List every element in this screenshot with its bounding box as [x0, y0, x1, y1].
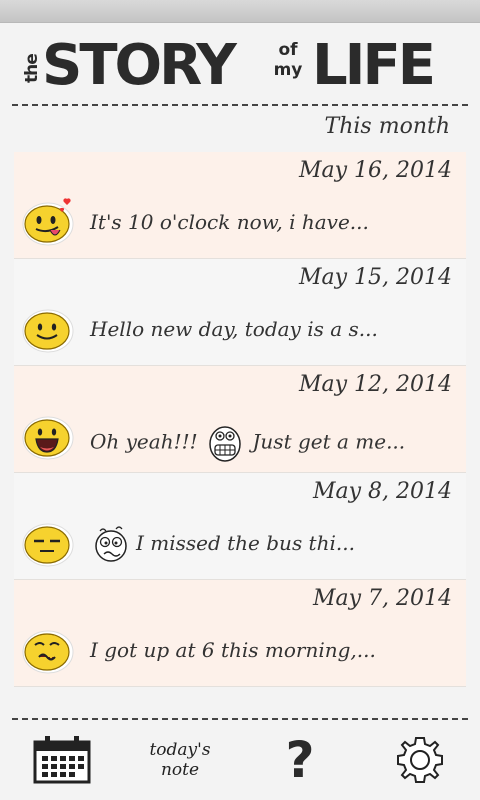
logo-of: of — [278, 40, 298, 60]
list-item[interactable]: May 7, 2014 I got up at 6 this morning,.… — [14, 580, 466, 687]
list-item[interactable]: May 12, 2014 Oh yeah!!! Just get a me... — [14, 366, 466, 473]
entry-list: May 16, 2014 It's 10 o'clock now, i have… — [14, 152, 466, 687]
divider-bottom — [12, 718, 468, 720]
entry-preview: I missed the bus thi... — [136, 531, 355, 555]
logo-the: the — [22, 54, 42, 84]
help-icon: ? — [285, 731, 315, 789]
smile-face-icon — [22, 309, 74, 353]
calendar-icon — [33, 736, 91, 784]
app-logo: the STORY of my LIFE — [22, 34, 462, 98]
entry-preview: It's 10 o'clock now, i have... — [90, 210, 369, 234]
divider-top — [12, 104, 468, 106]
grin-doodle-icon — [209, 426, 241, 462]
entry-date: May 15, 2014 — [298, 265, 452, 290]
help-button[interactable]: ? — [260, 730, 340, 790]
entry-preview: I got up at 6 this morning,... — [90, 638, 376, 662]
entry-date: May 16, 2014 — [298, 158, 452, 183]
todays-note-line1: today's — [149, 740, 211, 760]
logo-of-my: of my — [268, 40, 308, 80]
logo-life: LIFE — [312, 33, 436, 98]
tongue-hearts-face-icon — [22, 198, 74, 246]
entry-date: May 12, 2014 — [298, 372, 452, 397]
entry-preview: Hello new day, today is a s... — [90, 317, 378, 341]
app-header: the STORY of my LIFE — [0, 22, 480, 104]
list-item[interactable]: May 8, 2014 I missed the bus thi... — [14, 473, 466, 580]
entry-date: May 7, 2014 — [312, 586, 452, 611]
sick-face-icon — [22, 630, 74, 674]
laugh-face-icon — [22, 416, 74, 460]
entry-preview: Oh yeah!!! Just get a me... — [90, 424, 405, 462]
todays-note-line2: note — [160, 760, 200, 780]
list-item[interactable]: May 15, 2014 Hello new day, today is a s… — [14, 259, 466, 366]
todays-note-label: today's note — [149, 740, 210, 780]
list-item[interactable]: May 16, 2014 It's 10 o'clock now, i have… — [14, 152, 466, 259]
todays-note-button[interactable]: today's note — [140, 730, 220, 790]
gear-icon — [397, 737, 443, 783]
entry-preview-end: Just get a me... — [252, 429, 406, 454]
dizzy-doodle-icon — [95, 526, 127, 562]
entry-preview-start: Oh yeah!!! — [90, 429, 198, 454]
status-bar — [0, 0, 480, 23]
neutral-face-icon — [22, 523, 74, 567]
section-title: This month — [324, 114, 450, 139]
calendar-button[interactable] — [22, 730, 102, 790]
bottom-toolbar: today's note ? — [0, 722, 480, 800]
settings-button[interactable] — [380, 730, 460, 790]
entry-date: May 8, 2014 — [312, 479, 452, 504]
logo-story: STORY — [42, 33, 237, 98]
logo-my: my — [273, 60, 303, 80]
